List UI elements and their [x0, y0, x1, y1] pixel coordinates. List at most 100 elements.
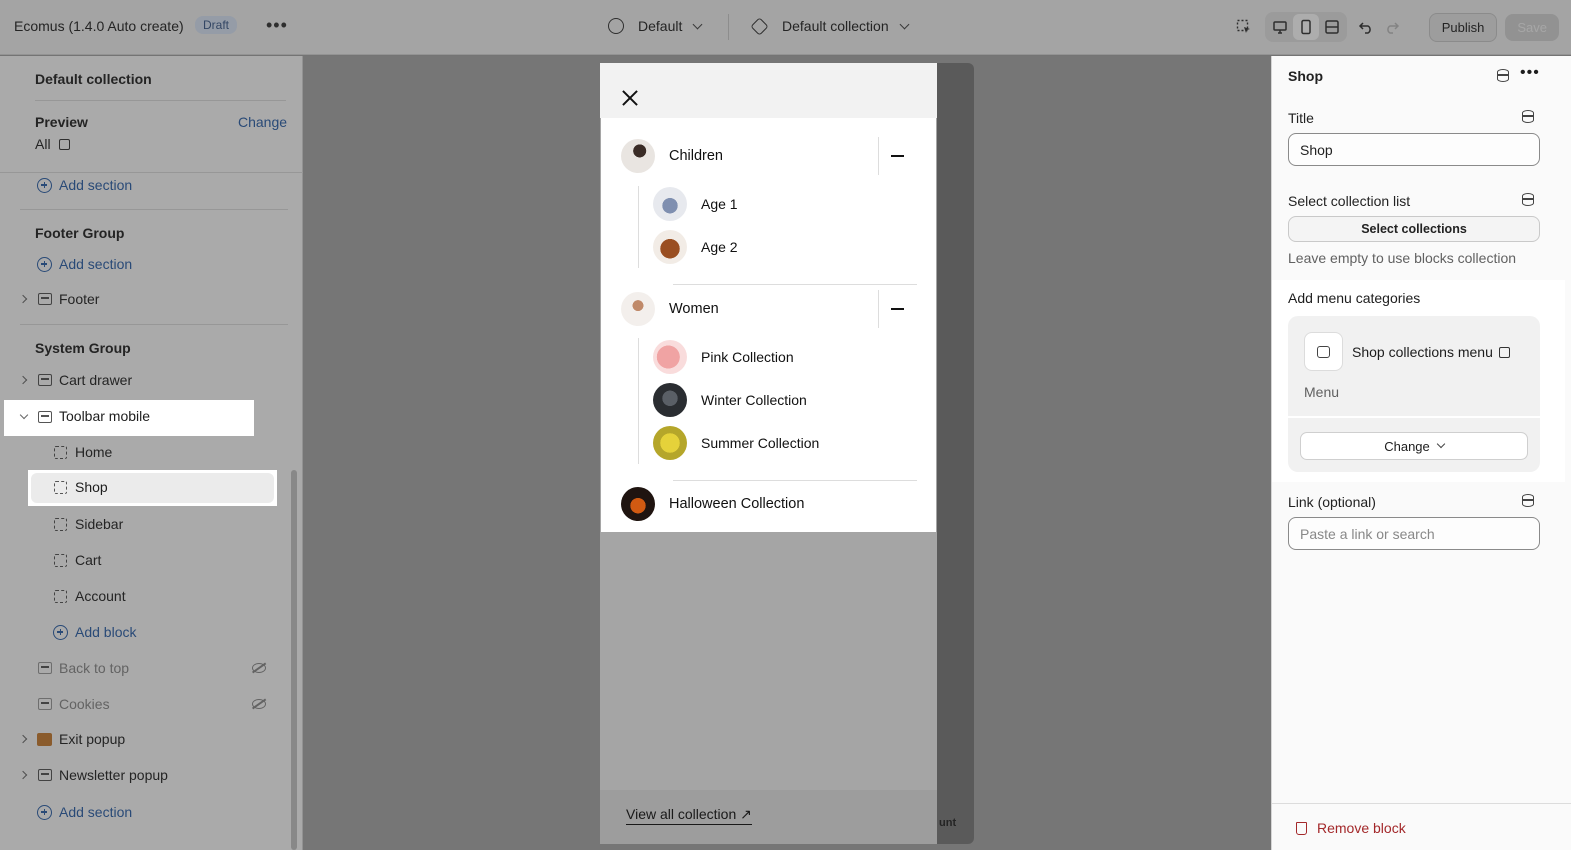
dynamic-source-icon[interactable]	[1497, 69, 1509, 82]
section-item-newsletter-popup[interactable]: Newsletter popup	[0, 758, 290, 792]
section-item-cart-drawer[interactable]: Cart drawer	[0, 363, 290, 397]
preview-change-link[interactable]: Change	[238, 114, 287, 130]
menu-subitem-winter-collection[interactable]: Winter Collection	[653, 383, 807, 417]
menu-item-label: Winter Collection	[701, 392, 807, 408]
chevron-down-icon	[19, 410, 29, 420]
add-section-label: Add section	[59, 177, 133, 193]
section-icon	[38, 293, 52, 305]
globe-icon	[608, 18, 624, 34]
section-item-cookies[interactable]: Cookies	[0, 687, 290, 721]
add-section-button[interactable]: Add section	[37, 177, 132, 193]
menu-item-label: Summer Collection	[701, 435, 820, 451]
add-section-label: Add section	[59, 256, 133, 272]
add-block-button[interactable]: Add block	[53, 624, 136, 640]
dynamic-source-icon[interactable]	[1522, 110, 1534, 123]
menu-name-link[interactable]: Shop collections menu	[1352, 344, 1510, 360]
section-label: Footer	[59, 291, 100, 307]
menu-item-label: Age 2	[701, 239, 738, 255]
template-selector[interactable]: Default collection	[750, 16, 910, 36]
app-title: Ecomus (1.4.0 Auto create)	[14, 18, 184, 34]
publish-button[interactable]: Publish	[1428, 12, 1498, 42]
collection-hint: Leave empty to use blocks collection	[1288, 250, 1517, 266]
desktop-view-button[interactable]	[1267, 14, 1293, 40]
redo-button[interactable]	[1379, 14, 1405, 40]
fullscreen-view-button[interactable]	[1319, 14, 1345, 40]
section-icon	[38, 662, 52, 674]
inspector-button[interactable]	[1231, 14, 1257, 40]
dynamic-source-icon[interactable]	[1522, 494, 1534, 507]
footer-add-section-button[interactable]: Add section	[37, 256, 132, 272]
block-icon	[54, 517, 67, 531]
block-item-account[interactable]: Account	[0, 579, 290, 613]
eye-slash-icon[interactable]	[252, 699, 266, 709]
title-input[interactable]: Shop	[1288, 133, 1540, 166]
section-item-back-to-top[interactable]: Back to top	[0, 651, 290, 685]
section-item-exit-popup[interactable]: Exit popup	[0, 722, 290, 756]
menu-subitem-age-1[interactable]: Age 1	[653, 187, 738, 221]
dynamic-source-icon[interactable]	[1522, 193, 1534, 206]
menu-name: Shop collections menu	[1352, 344, 1493, 360]
menu-item-label: Pink Collection	[701, 349, 794, 365]
divider	[728, 14, 729, 40]
divider	[20, 324, 288, 325]
plus-circle-icon	[37, 256, 52, 272]
chevron-right-icon	[18, 294, 28, 304]
block-item-shop[interactable]: Shop	[28, 470, 277, 506]
device-toggle-group	[1264, 12, 1347, 42]
chevron-down-icon	[1436, 439, 1446, 449]
menu-item-label: Children	[669, 148, 723, 164]
menu-item-halloween-collection[interactable]: Halloween Collection	[621, 487, 804, 521]
select-cursor-icon	[1236, 19, 1250, 33]
block-item-cart[interactable]: Cart	[0, 543, 290, 577]
menu-subitem-age-2[interactable]: Age 2	[653, 230, 738, 264]
block-icon	[54, 481, 67, 494]
section-item-footer[interactable]: Footer	[0, 282, 290, 316]
close-icon[interactable]	[620, 88, 640, 108]
menu-item-children[interactable]: Children	[621, 139, 723, 173]
section-item-toolbar-mobile[interactable]: Toolbar mobile	[4, 400, 254, 436]
page-title: Default collection	[35, 71, 152, 87]
change-menu-button[interactable]: Change	[1300, 432, 1528, 460]
divider	[673, 480, 917, 481]
link-input[interactable]: Paste a link or search	[1288, 517, 1540, 550]
theme-selector[interactable]: Default	[608, 18, 703, 34]
drawer-header	[600, 63, 937, 118]
divider	[878, 290, 879, 328]
collapse-icon[interactable]	[891, 155, 904, 157]
more-options-button[interactable]: •••	[266, 15, 288, 36]
section-icon	[38, 374, 52, 386]
menu-subitem-summer-collection[interactable]: Summer Collection	[653, 426, 819, 460]
view-all-collection-link[interactable]: View all collection ↗	[626, 806, 752, 825]
divider	[1288, 416, 1540, 418]
select-collections-button[interactable]: Select collections	[1288, 216, 1540, 242]
avatar	[653, 340, 687, 374]
fullscreen-icon	[1324, 20, 1339, 34]
block-icon	[54, 445, 67, 459]
eye-slash-icon[interactable]	[252, 663, 266, 673]
system-group-title: System Group	[35, 340, 131, 356]
section-label: Cookies	[59, 696, 110, 712]
remove-block-button[interactable]: Remove block	[1296, 820, 1406, 836]
section-label: Cart drawer	[59, 372, 133, 388]
scrollbar[interactable]	[291, 470, 297, 850]
plus-circle-icon	[53, 624, 68, 640]
block-icon	[54, 553, 67, 567]
avatar	[653, 426, 687, 460]
mobile-view-button[interactable]	[1292, 14, 1319, 40]
block-label: Cart	[75, 552, 102, 568]
menu-item-women[interactable]: Women	[621, 292, 719, 326]
external-link-icon	[58, 138, 70, 150]
toolbar-actions: Publish Save	[1231, 12, 1571, 42]
block-item-home[interactable]: Home	[0, 435, 290, 469]
divider	[20, 209, 288, 210]
section-icon	[38, 698, 52, 710]
system-add-section-button[interactable]: Add section	[37, 804, 132, 820]
undo-button[interactable]	[1353, 14, 1379, 40]
more-icon[interactable]: •••	[1520, 64, 1540, 82]
block-item-sidebar[interactable]: Sidebar	[0, 507, 290, 541]
preview-value[interactable]: All	[35, 136, 70, 152]
add-block-label: Add block	[75, 624, 137, 640]
save-button[interactable]: Save	[1505, 13, 1559, 41]
collapse-icon[interactable]	[891, 308, 904, 310]
menu-subitem-pink-collection[interactable]: Pink Collection	[653, 340, 794, 374]
